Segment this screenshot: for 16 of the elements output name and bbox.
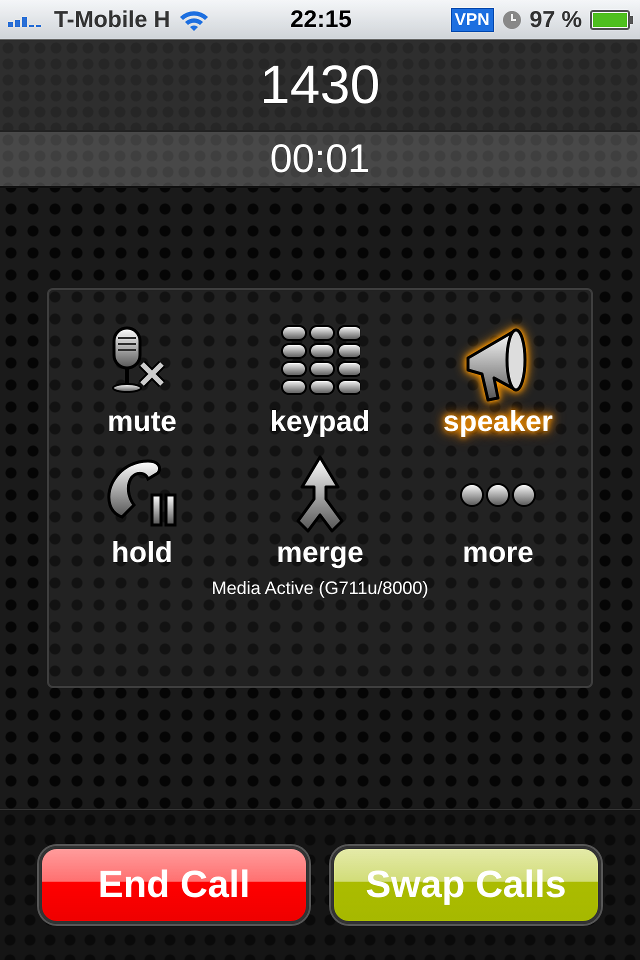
clock-time: 22:15 — [290, 6, 352, 34]
battery-percent: 97 % — [530, 6, 582, 33]
vpn-badge: VPN — [450, 8, 494, 32]
battery-icon — [590, 8, 634, 30]
call-duration: 00:01 — [270, 136, 370, 182]
end-call-button[interactable]: End Call — [39, 846, 309, 924]
call-control-button[interactable]: merge — [231, 451, 409, 574]
call-control-button[interactable]: mute — [53, 320, 231, 443]
call-control-button[interactable]: more — [409, 451, 587, 574]
media-status: Media Active (G711u/8000) — [212, 578, 428, 599]
call-control-button[interactable]: speaker — [409, 320, 587, 443]
call-control-button[interactable]: keypad — [231, 320, 409, 443]
carrier-name: T-Mobile H — [54, 6, 170, 33]
caller-number: 1430 — [260, 54, 380, 116]
clock-icon — [502, 10, 522, 30]
call-control-button[interactable]: hold — [53, 451, 231, 574]
